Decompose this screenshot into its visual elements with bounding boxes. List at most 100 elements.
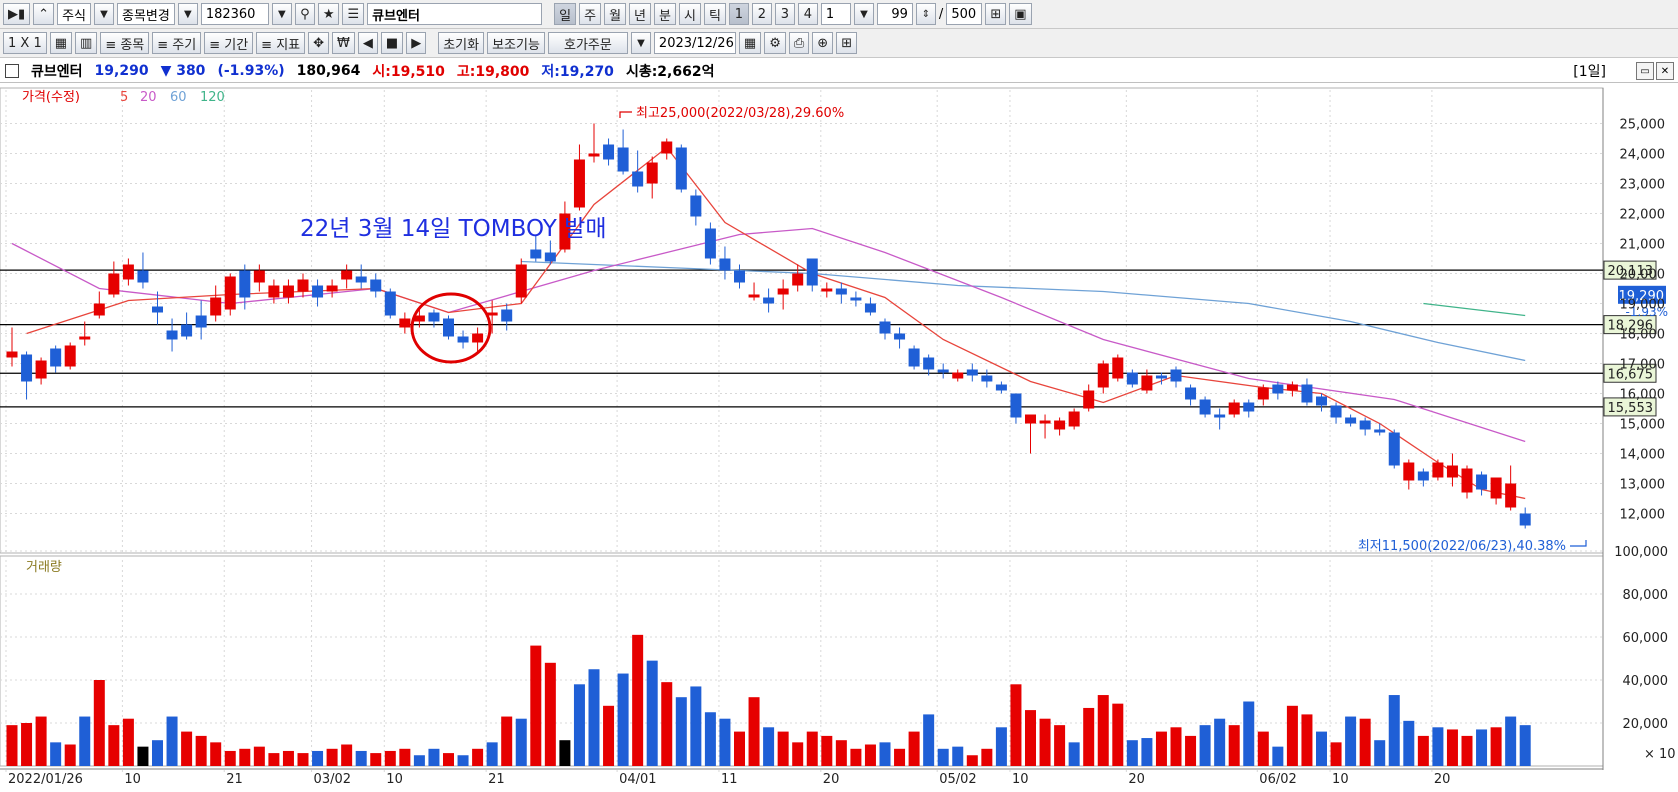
volume-bar	[661, 682, 673, 766]
candle-body	[1301, 384, 1313, 403]
price-tick-label: 24,000	[1620, 148, 1666, 163]
candle-body	[181, 324, 193, 337]
candle-body	[995, 384, 1007, 391]
candle-body	[937, 369, 949, 373]
volume-bar	[937, 748, 949, 766]
volume-bar	[923, 714, 935, 766]
candle-body	[443, 318, 454, 337]
volume-bar	[1403, 720, 1415, 766]
volume-bar	[79, 716, 91, 766]
candle-body	[908, 348, 920, 367]
candle-body	[210, 297, 222, 316]
legend-ma20: 20	[140, 90, 157, 105]
candle-body	[268, 285, 280, 298]
candle-body	[428, 312, 440, 322]
volume-bar	[1054, 725, 1066, 766]
volume-bar	[1359, 718, 1371, 766]
volume-bar	[1097, 695, 1109, 766]
volume-bar	[457, 755, 469, 766]
candle-body	[1112, 357, 1124, 379]
price-tick-label: 21,000	[1620, 238, 1666, 253]
candle-body	[1214, 414, 1226, 418]
volume-bar	[268, 753, 280, 766]
volume-bar	[632, 634, 644, 766]
volume-bar	[486, 742, 498, 766]
candle-body	[1374, 429, 1386, 433]
candle-body	[384, 291, 396, 316]
volume-bar	[704, 712, 716, 766]
volume-bar	[1388, 695, 1400, 766]
volume-bar	[501, 716, 513, 766]
candle-body	[472, 333, 484, 343]
ma60-line	[521, 260, 1526, 362]
candle-body	[1432, 462, 1444, 478]
candle-body	[1039, 420, 1051, 424]
x-tick-label: 10	[124, 772, 141, 787]
candle-body	[1126, 372, 1138, 385]
candle-body	[50, 348, 62, 367]
legend-ma120: 120	[200, 90, 225, 105]
x-tick-label: 05/02	[939, 772, 976, 787]
volume-tick-label: 40,000	[1623, 674, 1669, 689]
volume-bar	[1374, 740, 1386, 766]
volume-bar	[399, 748, 411, 766]
candle-body	[1446, 465, 1458, 478]
volume-bar	[137, 746, 149, 766]
volume-bar	[64, 744, 76, 766]
x-tick-label: 21	[488, 772, 505, 787]
volume-bar	[1068, 742, 1080, 766]
candle-body	[734, 270, 745, 283]
candle-body	[690, 195, 702, 217]
volume-bar	[1316, 731, 1327, 766]
candle-body	[137, 270, 149, 283]
candle-body	[1461, 468, 1473, 493]
price-tick-label: 25,000	[1620, 118, 1666, 133]
x-tick-label: 03/02	[314, 772, 351, 787]
volume-bar	[93, 680, 105, 766]
annotation-tomboy: 22년 3월 14일 TOMBOY 발매	[300, 216, 606, 242]
candle-body	[1257, 387, 1269, 400]
volume-bar	[35, 716, 47, 766]
volume-bar	[1257, 731, 1269, 766]
candle-body	[879, 321, 891, 334]
volume-bar	[166, 716, 178, 766]
candle-body	[6, 351, 18, 358]
volume-bar	[675, 697, 687, 766]
candle-body	[981, 375, 993, 382]
x-tick-label: 10	[1332, 772, 1349, 787]
volume-bar	[719, 718, 731, 766]
candle-body	[588, 153, 600, 157]
volume-bar	[355, 750, 367, 766]
volume-tick-label: 100,000	[1614, 545, 1668, 560]
volume-tick-label: 20,000	[1623, 717, 1669, 732]
volume-bar	[1214, 718, 1226, 766]
x-tick-label: 20	[823, 772, 840, 787]
candle-body	[1388, 432, 1400, 466]
volume-bar	[1417, 735, 1429, 766]
candle-body	[515, 264, 527, 298]
candle-body	[1155, 375, 1167, 379]
candle-body	[1025, 414, 1036, 424]
volume-bar	[341, 744, 353, 766]
candle-body	[632, 171, 644, 187]
volume-bar	[1112, 703, 1124, 766]
price-tick-label: 17,000	[1620, 358, 1666, 373]
candle-body	[122, 264, 134, 280]
volume-bar	[210, 742, 222, 766]
candle-body	[501, 309, 513, 322]
candle-body	[864, 303, 876, 313]
candle-body	[195, 315, 207, 328]
legend-ma5: 5	[120, 90, 128, 105]
legend-ma60: 60	[170, 90, 187, 105]
stock-chart: 20,11318,29616,67515,55319,290-1.93% 12,…	[0, 87, 1676, 787]
candle-body	[894, 333, 906, 340]
volume-bar	[181, 731, 193, 766]
volume-bar	[1083, 707, 1095, 766]
ma20-line	[11, 227, 1526, 443]
volume-bar	[21, 723, 33, 766]
candle-body	[399, 318, 411, 328]
candle-body	[1170, 369, 1182, 382]
volume-bar	[1345, 716, 1357, 766]
candle-body	[1403, 462, 1415, 481]
candle-body	[64, 345, 76, 367]
